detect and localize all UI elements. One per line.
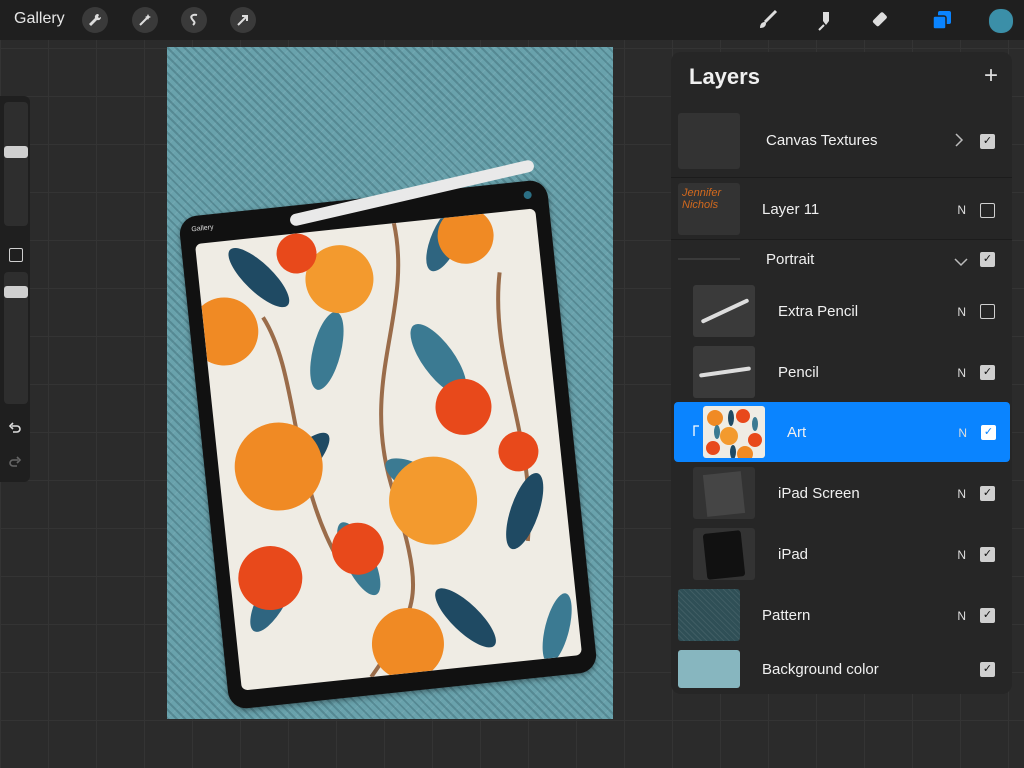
layer-thumbnail	[693, 285, 755, 337]
blend-mode[interactable]: N	[957, 203, 966, 217]
layer-row-pencil[interactable]: Pencil N ✓	[671, 343, 1012, 401]
layer-visibility-checkbox[interactable]: ✓	[980, 547, 995, 562]
layer-thumbnail: Jennifer Nichols	[678, 183, 740, 235]
blend-mode[interactable]: N	[958, 426, 967, 440]
blend-mode[interactable]: N	[957, 609, 966, 623]
background-color-swatch[interactable]	[678, 650, 740, 688]
clipping-mask-icon	[692, 424, 700, 442]
layer-thumbnail	[693, 528, 755, 580]
inner-gallery-label: Gallery	[191, 224, 214, 234]
layer-name: Pattern	[762, 607, 811, 624]
chevron-right-icon[interactable]	[954, 133, 964, 152]
layers-panel: Layers + Canvas Textures ✓ Jennifer Nich…	[671, 52, 1012, 694]
gallery-button[interactable]: Gallery	[14, 10, 65, 28]
transform-arrow-icon[interactable]	[230, 7, 256, 33]
layer-visibility-checkbox[interactable]: ✓	[980, 365, 995, 380]
inner-color-dot	[523, 190, 533, 200]
layer-name: Layer 11	[762, 201, 820, 218]
panel-title: Layers	[689, 64, 760, 89]
layer-visibility-checkbox[interactable]: ✓	[980, 134, 995, 149]
ipad-illustration: Gallery	[178, 179, 598, 710]
layer-thumbnail	[693, 346, 755, 398]
layer-name: Art	[787, 424, 807, 441]
layer-visibility-checkbox[interactable]	[980, 203, 995, 218]
layer-row-ipad-screen[interactable]: iPad Screen N ✓	[671, 464, 1012, 522]
layer-thumbnail	[703, 406, 765, 458]
blend-mode[interactable]: N	[957, 366, 966, 380]
layer-name: Portrait	[766, 251, 815, 268]
redo-icon[interactable]	[8, 456, 22, 475]
layer-name: Pencil	[778, 364, 819, 381]
layer-visibility-checkbox[interactable]: ✓	[980, 252, 995, 267]
brush-size-slider[interactable]	[4, 102, 28, 226]
artwork-canvas[interactable]: Gallery	[167, 47, 613, 719]
layer-visibility-checkbox[interactable]: ✓	[980, 662, 995, 677]
magic-wand-icon[interactable]	[132, 7, 158, 33]
blend-mode[interactable]: N	[957, 487, 966, 501]
layer-visibility-checkbox[interactable]: ✓	[980, 486, 995, 501]
color-swatch[interactable]	[988, 8, 1014, 34]
layer-row-ipad[interactable]: iPad N ✓	[671, 525, 1012, 583]
chevron-down-icon[interactable]	[954, 254, 968, 272]
layer-name: iPad Screen	[778, 485, 860, 502]
left-sidebar	[0, 96, 30, 482]
layer-row-portrait[interactable]: Portrait ✓	[671, 240, 1012, 278]
blend-mode[interactable]: N	[957, 548, 966, 562]
brush-size-thumb[interactable]	[4, 146, 28, 158]
layer-thumbnail	[693, 467, 755, 519]
layer-row-background-color[interactable]: Background color ✓	[671, 646, 1012, 692]
top-toolbar: Gallery	[0, 0, 1024, 40]
layer-name: Extra Pencil	[778, 303, 859, 320]
layer-row-art[interactable]: Art N ✓	[674, 402, 1010, 462]
wrench-icon[interactable]	[82, 7, 108, 33]
ipad-screen-art	[194, 208, 583, 691]
layer-thumbnail	[678, 589, 740, 641]
eraser-icon[interactable]	[868, 6, 896, 34]
layer-name: iPad	[778, 546, 809, 563]
layer-name: Canvas Textures	[766, 132, 878, 149]
layer-row-canvas-textures[interactable]: Canvas Textures ✓	[671, 109, 1012, 172]
selection-icon[interactable]	[181, 7, 207, 33]
layer-row-extra-pencil[interactable]: Extra Pencil N	[671, 282, 1012, 340]
layer-visibility-checkbox[interactable]	[980, 304, 995, 319]
layers-icon[interactable]	[928, 6, 956, 34]
layer-row-pattern[interactable]: Pattern N ✓	[671, 586, 1012, 644]
smudge-icon[interactable]	[811, 6, 839, 34]
add-layer-icon[interactable]: +	[984, 62, 998, 90]
undo-icon[interactable]	[8, 422, 22, 441]
layer-thumbnail	[678, 113, 740, 169]
opacity-thumb[interactable]	[4, 286, 28, 298]
brush-icon[interactable]	[754, 6, 782, 34]
layer-visibility-checkbox[interactable]: ✓	[981, 425, 996, 440]
modify-button[interactable]	[9, 248, 23, 262]
layer-name: Background color	[762, 661, 879, 678]
layer-row-layer-11[interactable]: Jennifer Nichols Layer 11 N	[671, 179, 1012, 239]
layer-visibility-checkbox[interactable]: ✓	[980, 608, 995, 623]
blend-mode[interactable]: N	[957, 305, 966, 319]
group-divider	[678, 258, 740, 260]
